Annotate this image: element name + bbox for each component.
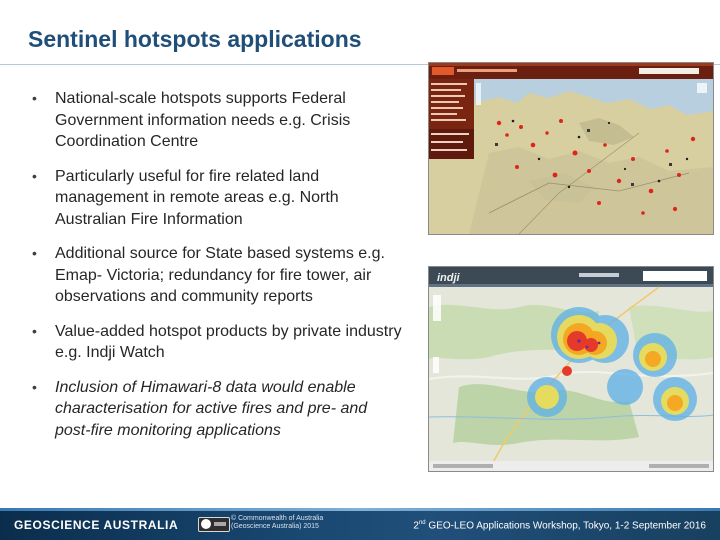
bullet-text: Particularly useful for fire related lan…: [55, 167, 339, 228]
bullet-item: • Value-added hotspot products by privat…: [30, 321, 402, 364]
indji-logo: indji: [437, 272, 461, 284]
cc-circle-icon: [201, 519, 211, 529]
footer-bar: GEOSCIENCE AUSTRALIA © Commonwealth of A…: [0, 508, 720, 540]
copyright-line-2: (Geoscience Australia) 2015: [231, 523, 319, 530]
bullet-text: Additional source for State based system…: [55, 245, 385, 305]
bullet-text: Inclusion of Himawari-8 data would enabl…: [55, 378, 368, 439]
bullet-item: • Particularly useful for fire related l…: [30, 166, 402, 231]
copyright-line-1: © Commonwealth of Australia: [231, 515, 324, 522]
bullet-item: • Inclusion of Himawari-8 data would ena…: [30, 377, 402, 442]
cc-bar-icon: [214, 522, 226, 526]
workshop-caption: 2nd GEO-LEO Applications Workshop, Tokyo…: [413, 520, 706, 531]
creative-commons-icon: [198, 517, 230, 532]
workshop-ordinal-suffix: nd: [418, 520, 426, 526]
bullet-item: • Additional source for State based syst…: [30, 243, 402, 308]
bullet-marker: •: [32, 167, 37, 184]
organisation-name: GEOSCIENCE AUSTRALIA: [14, 518, 179, 532]
indji-watch-map-screenshot: indji: [428, 266, 714, 472]
nafi-map-image: [429, 63, 713, 234]
copyright-notice: © Commonwealth of Australia (Geoscience …: [231, 515, 323, 531]
slide-title: Sentinel hotspots applications: [28, 26, 362, 52]
bullet-list: • National-scale hotspots supports Feder…: [30, 88, 402, 454]
bullet-item: • National-scale hotspots supports Feder…: [30, 88, 402, 153]
bullet-marker: •: [32, 90, 37, 106]
bullet-marker: •: [32, 322, 37, 339]
bullet-text: National-scale hotspots supports Federal…: [55, 90, 351, 150]
bullet-marker: •: [32, 378, 37, 395]
bullet-marker: •: [32, 245, 37, 261]
footer-accent-line: [0, 508, 720, 511]
bullet-text: Value-added hotspot products by private …: [55, 322, 402, 362]
nafi-map-screenshot: [428, 62, 714, 235]
indji-map-image: indji: [429, 267, 713, 471]
workshop-text: GEO-LEO Applications Workshop, Tokyo, 1-…: [425, 520, 706, 532]
